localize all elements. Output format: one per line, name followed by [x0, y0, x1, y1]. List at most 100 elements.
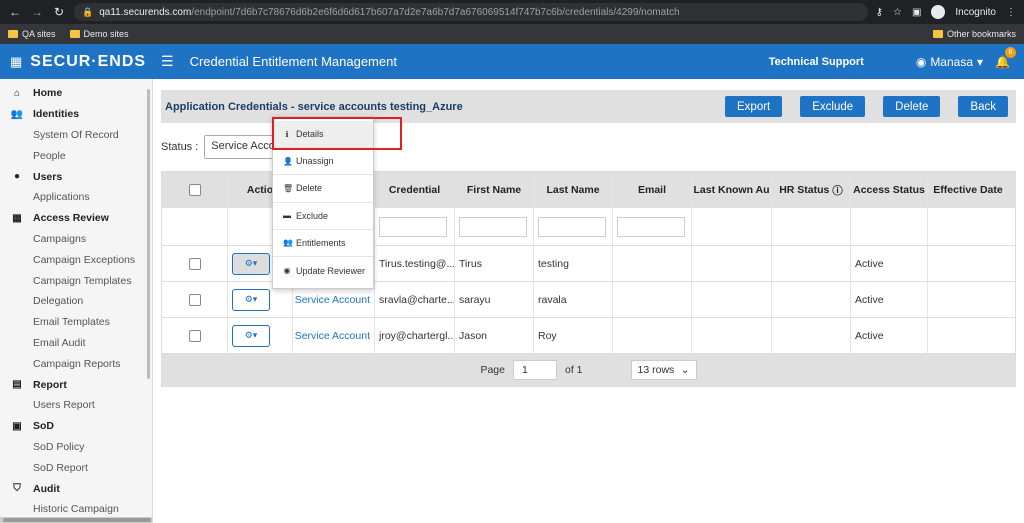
back-arrow-icon[interactable]: ← — [8, 5, 22, 19]
select-all-checkbox[interactable] — [188, 184, 201, 196]
sidebar-item-users[interactable]: ● Users — [0, 166, 152, 187]
account-type-link[interactable]: Service Account — [293, 318, 375, 353]
effective-date-cell — [928, 282, 1008, 317]
exclude-button[interactable]: Exclude — [800, 96, 866, 117]
dropdown-item-exclude[interactable]: ▬ Exclude — [273, 203, 373, 230]
row-actions-gear-button[interactable]: ⚙▾ — [232, 288, 270, 311]
column-last-name[interactable]: Last Name — [534, 172, 613, 208]
column-effective-date[interactable]: Effective Date — [928, 172, 1008, 208]
sidebar-item-label: Campaign Exceptions — [33, 253, 136, 266]
column-last-known-auth[interactable]: Last Known Au — [692, 172, 772, 208]
horizontal-scrollbar[interactable] — [0, 517, 152, 523]
hamburger-menu-icon[interactable]: ☰ — [161, 53, 174, 70]
last-name-filter-input[interactable] — [538, 216, 606, 237]
technical-support-link[interactable]: Technical Support — [769, 56, 864, 68]
bookmark-qa-sites[interactable]: QA sites — [8, 29, 56, 39]
address-bar[interactable]: 🔒 qa11.securends.com/endpoint/7d6b7c7867… — [74, 3, 868, 21]
sidebar-item-sod-report[interactable]: SoD Report — [0, 457, 152, 478]
sidebar-item-identities[interactable]: 👥 Identities — [0, 104, 152, 125]
folder-icon — [69, 30, 80, 38]
gear-icon: ⚙▾ — [244, 258, 258, 268]
sidebar-item-sod[interactable]: ▣ SoD — [0, 416, 152, 437]
sidebar-item-email-audit[interactable]: Email Audit — [0, 333, 152, 354]
sidepanel-icon[interactable]: ▣ — [912, 7, 921, 18]
sidebar-item-home[interactable]: ⌂ Home — [0, 83, 152, 104]
row-actions-gear-button[interactable]: ⚙▾ — [232, 252, 270, 275]
user-menu[interactable]: ◉ Manasa ▾ 🔔 6 — [915, 46, 1016, 69]
delete-button[interactable]: Delete — [883, 96, 941, 117]
sidebar-scrollbar[interactable] — [147, 89, 150, 379]
column-credential[interactable]: Credential — [375, 172, 455, 208]
sidebar-item-campaigns[interactable]: Campaigns — [0, 229, 152, 250]
bookmark-demo-sites[interactable]: Demo sites — [69, 29, 129, 39]
credential-filter-input[interactable] — [379, 216, 447, 237]
sidebar-item-label: Report — [33, 378, 67, 391]
last-name-cell: Roy — [534, 318, 613, 353]
row-checkbox[interactable] — [188, 329, 201, 342]
sidebar-item-report[interactable]: ▤ Report — [0, 374, 152, 395]
sidebar-item-audit[interactable]: ⛉ Audit — [0, 478, 152, 499]
sidebar-item-campaign-templates[interactable]: Campaign Templates — [0, 270, 152, 291]
logo[interactable]: SECUR·ENDS — [30, 53, 146, 71]
export-button[interactable]: Export — [725, 96, 783, 117]
sidebar-item-label: Historic Campaign — [33, 503, 119, 516]
sidebar-item-campaign-exceptions[interactable]: Campaign Exceptions — [0, 249, 152, 270]
page-number-input[interactable]: 1 — [513, 360, 557, 380]
column-first-name[interactable]: First Name — [455, 172, 534, 208]
sidebar-item-users-report[interactable]: Users Report — [0, 395, 152, 416]
email-cell — [613, 318, 692, 353]
row-actions-gear-button[interactable]: ⚙▾ — [232, 324, 270, 347]
table-row: ⚙▾ Service Account jroy@chartergl... Jason R… — [162, 318, 1015, 354]
sidebar-item-delegation[interactable]: Delegation — [0, 291, 152, 312]
sidebar-item-access-review[interactable]: ▦ Access Review — [0, 208, 152, 229]
sidebar-item-label: Users — [33, 170, 63, 183]
first-name-filter-input[interactable] — [459, 216, 527, 237]
info-circle-icon[interactable]: ⓘ — [832, 183, 843, 198]
sidebar-item-system-of-record[interactable]: System Of Record — [0, 125, 152, 146]
reload-icon[interactable]: ↻ — [52, 5, 66, 19]
apps-grid-icon[interactable]: ▦ — [10, 54, 22, 70]
browser-toolbar: ← → ↻ 🔒 qa11.securends.com/endpoint/7d6b… — [0, 0, 1024, 24]
rows-per-page-select[interactable]: 13 rows ⌄ — [630, 360, 697, 380]
row-checkbox[interactable] — [188, 257, 201, 270]
last-known-auth-cell — [692, 282, 772, 317]
column-hr-status[interactable]: HR Status ⓘ — [772, 172, 851, 208]
back-button[interactable]: Back — [958, 96, 1008, 117]
key-icon[interactable]: ⚷ — [876, 7, 883, 18]
hr-status-cell — [772, 246, 851, 281]
forward-arrow-icon[interactable]: → — [30, 5, 44, 19]
last-name-cell: testing — [534, 246, 613, 281]
email-filter-input[interactable] — [617, 216, 685, 237]
column-email[interactable]: Email — [613, 172, 692, 208]
dropdown-item-label: Exclude — [296, 210, 329, 221]
url-host: qa11.securends.com — [99, 6, 192, 18]
sidebar-item-people[interactable]: People — [0, 145, 152, 166]
dropdown-item-label: Unassign — [296, 156, 334, 167]
dropdown-item-delete[interactable]: 🗑 Delete — [273, 175, 373, 203]
incognito-label[interactable]: Incognito — [955, 7, 996, 18]
user-circle-icon: ◉ — [915, 54, 927, 69]
first-name-cell: Jason — [455, 318, 534, 353]
other-bookmarks[interactable]: Other bookmarks — [932, 29, 1016, 39]
bell-icon[interactable]: 🔔 6 — [995, 46, 1016, 69]
sidebar-item-email-templates[interactable]: Email Templates — [0, 312, 152, 333]
dropdown-item-update-reviewer[interactable]: ◉ Update Reviewer — [273, 257, 373, 284]
sidebar-item-sod-policy[interactable]: SoD Policy — [0, 437, 152, 458]
report-icon: ▤ — [12, 379, 22, 391]
bookmarks-bar: QA sites Demo sites Other bookmarks — [0, 24, 1024, 44]
row-checkbox[interactable] — [188, 293, 201, 306]
kebab-menu-icon[interactable]: ⋮ — [1006, 7, 1016, 18]
star-icon[interactable]: ☆ — [893, 7, 902, 18]
first-name-cell: Tirus — [455, 246, 534, 281]
chevron-down-icon: ⌄ — [680, 364, 690, 376]
dropdown-item-unassign[interactable]: 👤 Unassign — [273, 148, 373, 176]
last-known-auth-cell — [692, 318, 772, 353]
first-name-cell: sarayu — [455, 282, 534, 317]
sidebar-item-label: Campaign Reports — [33, 357, 121, 370]
unassign-icon: 👤 — [283, 156, 293, 166]
sidebar-item-applications[interactable]: Applications — [0, 187, 152, 208]
shield-icon: ⛉ — [13, 483, 21, 495]
sidebar-item-campaign-reports[interactable]: Campaign Reports — [0, 353, 152, 374]
column-access-status[interactable]: Access Status — [851, 172, 928, 208]
dropdown-item-entitlements[interactable]: 👥 Entitlements — [273, 230, 373, 257]
